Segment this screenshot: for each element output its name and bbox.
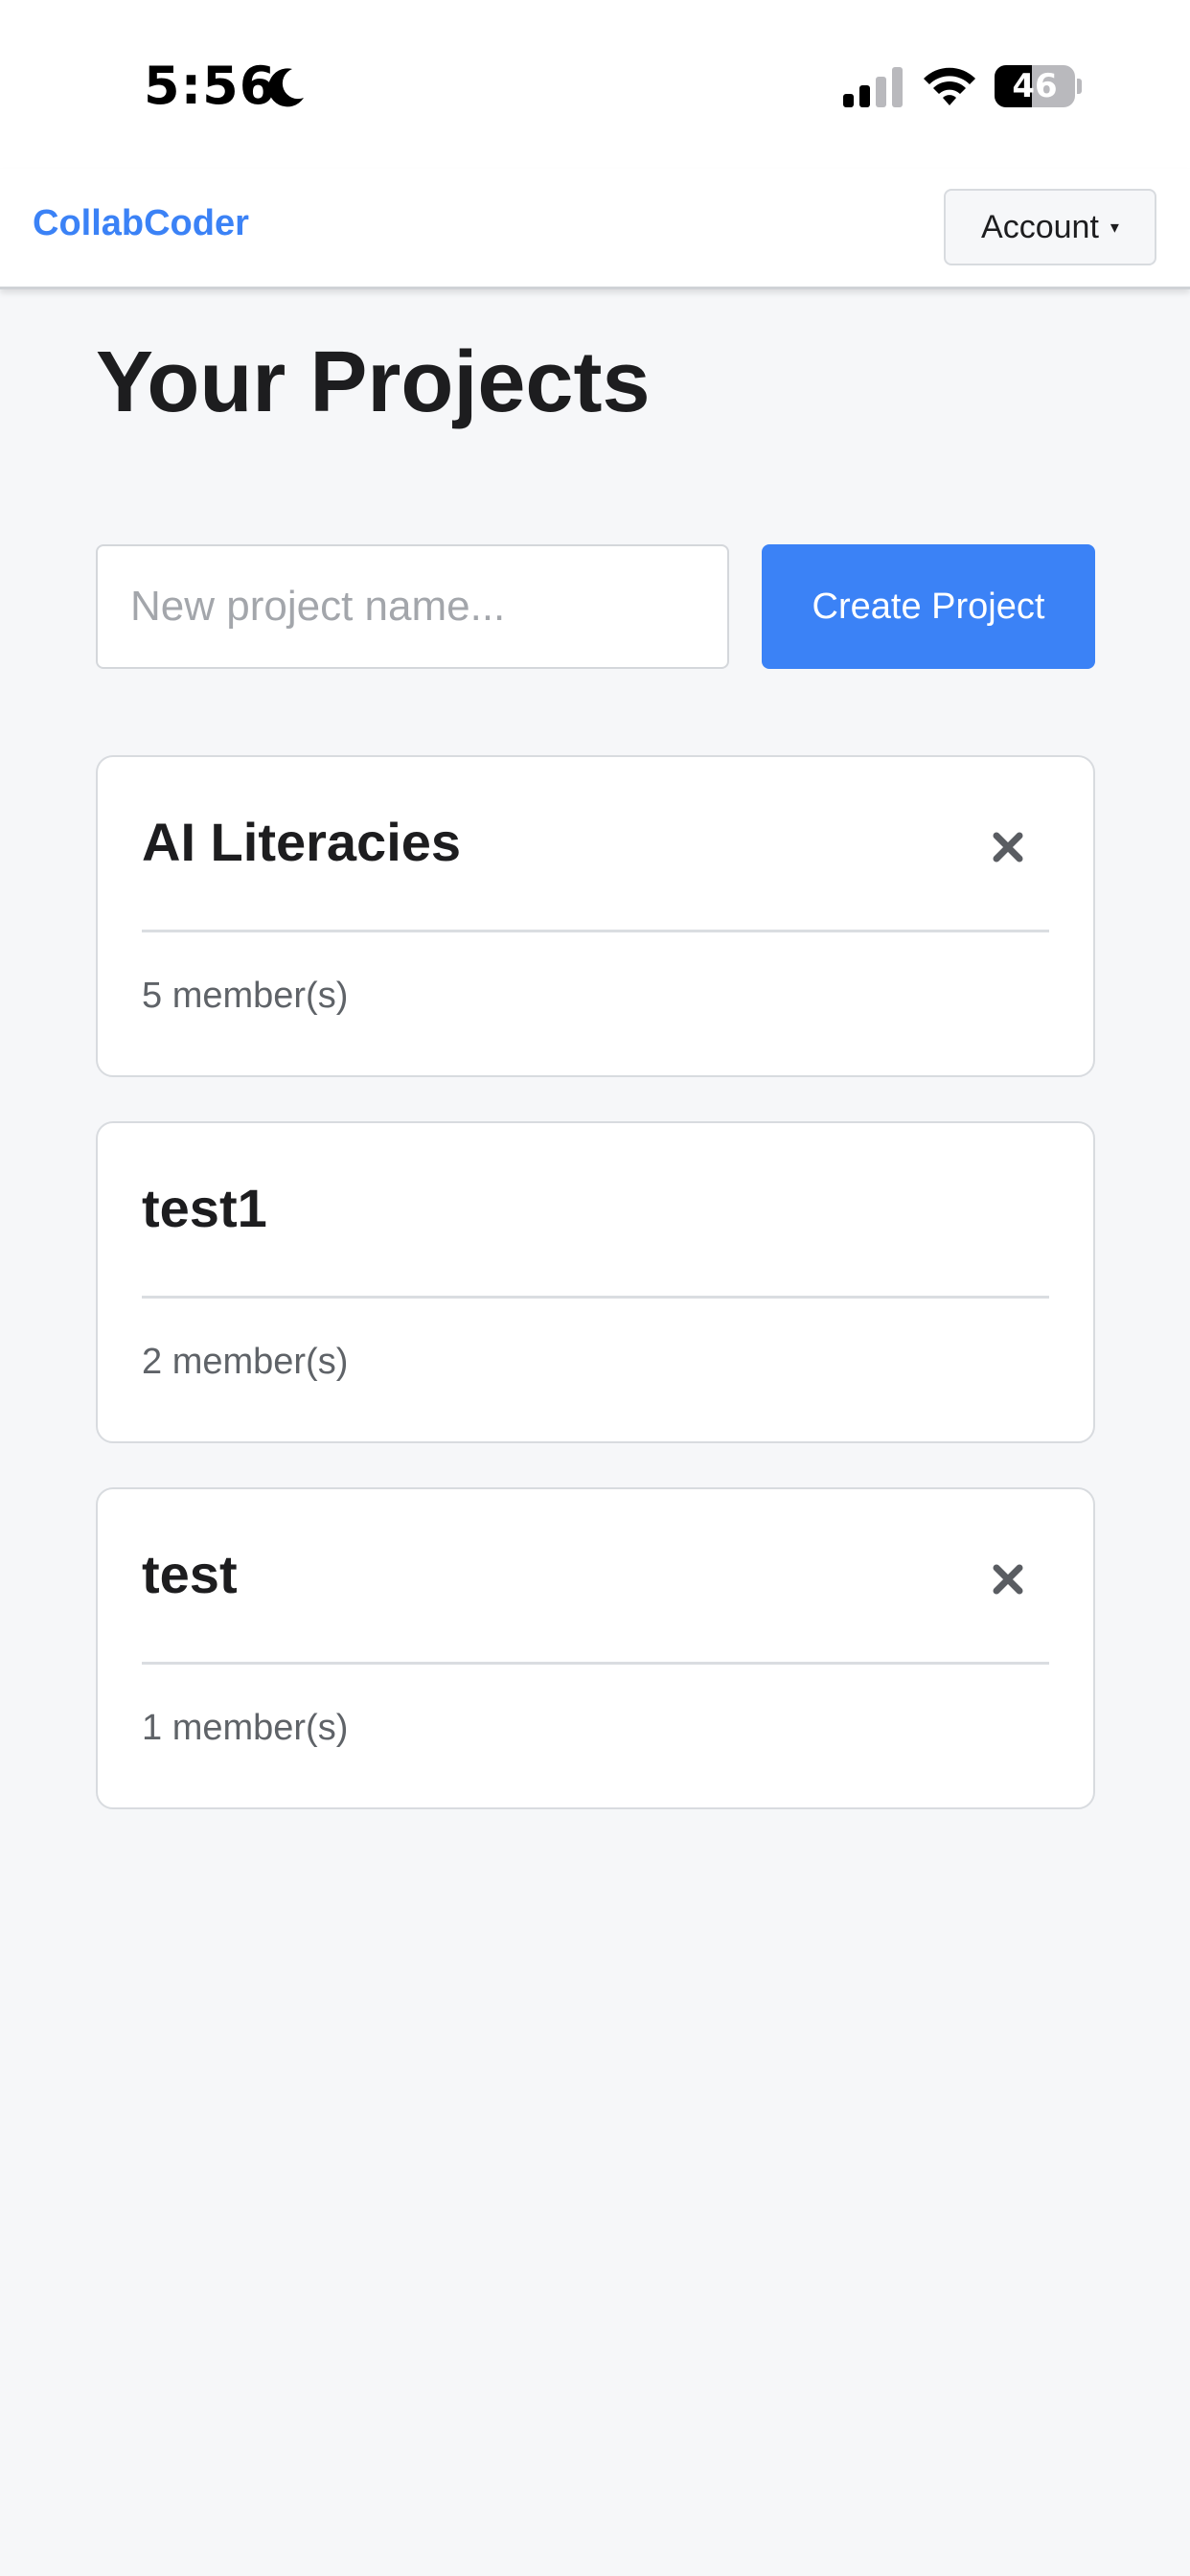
project-name: test1 — [142, 1178, 267, 1238]
new-project-name-input[interactable] — [96, 544, 729, 669]
moon-icon — [268, 68, 304, 107]
project-card[interactable]: test 1 member(s) — [96, 1487, 1095, 1809]
signal-icon — [843, 67, 903, 107]
create-project-button[interactable]: Create Project — [762, 544, 1095, 669]
brand-logo[interactable]: CollabCoder — [33, 203, 249, 244]
delete-project-button[interactable] — [979, 818, 1037, 876]
card-divider — [142, 1662, 1049, 1665]
battery-level: 46 — [1012, 67, 1058, 105]
page-title: Your Projects — [96, 334, 651, 430]
card-divider — [142, 930, 1049, 932]
member-count: 1 member(s) — [142, 1708, 349, 1748]
caret-down-icon: ▾ — [1110, 218, 1119, 237]
card-divider — [142, 1296, 1049, 1299]
wifi-icon — [924, 67, 975, 105]
battery-icon: 46 — [995, 65, 1082, 107]
close-icon — [993, 832, 1023, 862]
close-icon — [993, 1564, 1023, 1595]
project-name: AI Literacies — [142, 812, 462, 872]
member-count: 2 member(s) — [142, 1342, 349, 1382]
member-count: 5 member(s) — [142, 976, 349, 1016]
delete-project-button[interactable] — [979, 1551, 1037, 1608]
app-header: CollabCoder Account ▾ — [0, 169, 1190, 289]
project-card[interactable]: test1 2 member(s) — [96, 1121, 1095, 1443]
status-time: 5:56 — [144, 56, 277, 116]
project-card[interactable]: AI Literacies 5 member(s) — [96, 755, 1095, 1077]
account-label: Account — [981, 208, 1099, 245]
account-menu-button[interactable]: Account ▾ — [944, 189, 1156, 265]
status-bar: 5:56 46 — [0, 0, 1190, 169]
project-name: test — [142, 1544, 238, 1604]
